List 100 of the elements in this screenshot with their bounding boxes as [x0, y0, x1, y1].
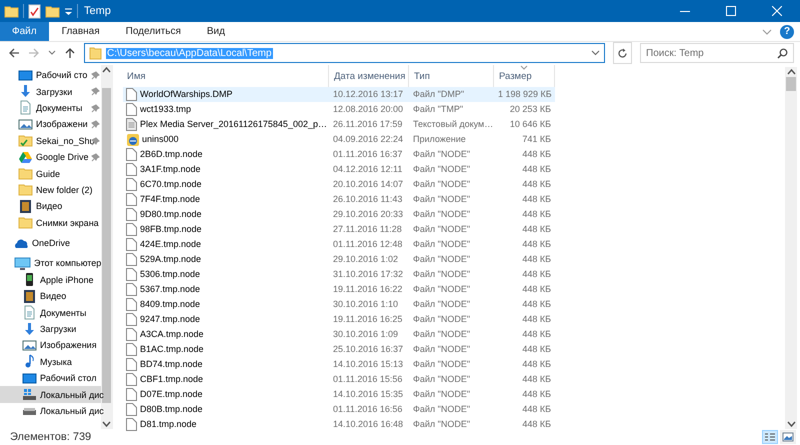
nav-item[interactable]: Загрузки — [0, 83, 101, 100]
table-cell-text: Файл "NODE" — [412, 343, 472, 356]
nav-item[interactable]: Sekai_no_Shu — [0, 132, 101, 149]
ribbon-tab[interactable]: Главная — [48, 22, 113, 41]
file-row[interactable]: 529A.tmp.node 29.10.2016 1:02 Файл "NODE" 448 КБ — [123, 252, 555, 267]
nav-item[interactable]: Этот компьютер — [0, 255, 101, 272]
scrollbar-thumb[interactable] — [102, 88, 111, 403]
file-name: 424E.tmp.node — [140, 238, 202, 251]
table-cell-text: Текстовый докум… — [412, 118, 494, 131]
address-path: C:\Users\becau\AppData\Local\Temp — [106, 48, 273, 58]
caret-down-icon[interactable] — [102, 419, 111, 429]
nav-item[interactable]: Загрузки — [0, 320, 101, 338]
details-view-button[interactable] — [762, 430, 778, 444]
file-menu-tab[interactable]: Файл — [0, 22, 49, 41]
file-row[interactable]: CBF1.tmp.node 01.11.2016 15:56 Файл "NODE" 448 КБ — [123, 372, 555, 387]
file-row[interactable]: 8409.tmp.node 30.10.2016 1:10 Файл "NODE" 448 КБ — [123, 297, 555, 312]
sort-caret-icon — [520, 65, 528, 70]
file-row[interactable]: 5367.tmp.node 19.11.2016 16:22 Файл "NODE" 448 КБ — [123, 282, 555, 297]
nav-item[interactable]: Рабочий стол — [0, 370, 101, 386]
nav-item[interactable]: Документы — [0, 304, 101, 321]
help-button[interactable]: ? — [780, 24, 794, 38]
nav-item[interactable]: Изображения — [0, 337, 101, 354]
file-name: unins000 — [142, 133, 179, 146]
drive-icon — [22, 387, 37, 402]
large-icons-view-icon — [782, 432, 794, 442]
file-icon — [126, 373, 137, 386]
file-row[interactable]: BD74.tmp.node 14.10.2016 15:13 Файл "NODE" 448 КБ — [123, 357, 555, 372]
file-name: Plex Media Server_20161126175845_002_p… — [140, 118, 327, 131]
caret-icon[interactable] — [48, 49, 56, 57]
table-cell-text: 04.09.2016 22:24 — [332, 133, 404, 146]
nav-item[interactable]: Документы — [0, 100, 101, 116]
file-icon — [126, 88, 137, 101]
file-row[interactable]: unins000 04.09.2016 22:24 Приложение 741 КБ — [123, 132, 555, 147]
nav-item[interactable]: Apple iPhone — [0, 272, 101, 288]
table-cell-text: 26.11.2016 17:59 — [332, 118, 404, 131]
nav-item[interactable]: Видео — [0, 288, 101, 304]
table-cell-text: Файл "NODE" — [412, 313, 472, 326]
nav-item[interactable]: Изображени — [0, 116, 101, 133]
scrollbar[interactable] — [785, 67, 797, 429]
folder-icon[interactable] — [4, 4, 19, 18]
file-row[interactable]: 6C70.tmp.node 20.10.2016 14:07 Файл "NODE" 448 КБ — [123, 177, 555, 192]
table-cell-text: 14.10.2016 15:35 — [332, 388, 404, 401]
properties-icon[interactable] — [28, 4, 41, 18]
table-cell-text: 10 646 КБ — [508, 118, 552, 131]
picture-icon — [18, 116, 33, 132]
file-row[interactable]: A3CA.tmp.node 30.10.2016 1:09 Файл "NODE" 448 КБ — [123, 327, 555, 342]
nav-item[interactable]: Локальный дис — [0, 402, 101, 420]
nav-item[interactable]: Рабочий сто — [0, 67, 101, 84]
file-name: D07E.tmp.node — [140, 388, 203, 401]
file-name: D80B.tmp.node — [140, 403, 203, 416]
folder-icon — [18, 166, 33, 182]
table-cell-text: 448 КБ — [521, 223, 552, 236]
chevron-down-icon[interactable] — [762, 26, 772, 36]
file-name: 9D80.tmp.node — [140, 208, 202, 221]
nav-item[interactable]: Видео — [0, 198, 101, 215]
caret-up-icon[interactable] — [102, 65, 111, 75]
file-row[interactable]: D80B.tmp.node 01.11.2016 16:56 Файл "NODE" 448 КБ — [123, 402, 555, 417]
caret-down-icon[interactable] — [786, 419, 796, 429]
file-row[interactable]: 424E.tmp.node 01.11.2016 12:48 Файл "NODE" 448 КБ — [123, 237, 555, 252]
file-row[interactable]: 9247.tmp.node 19.11.2016 16:25 Файл "NODE" 448 КБ — [123, 312, 555, 327]
folder-icon[interactable] — [45, 4, 60, 18]
table-cell-text: 448 КБ — [521, 283, 552, 296]
refresh-button[interactable] — [613, 42, 632, 64]
ribbon-tab[interactable]: Вид — [194, 22, 238, 41]
nav-item[interactable]: Локальный дис — [0, 386, 101, 403]
file-row[interactable]: 9D80.tmp.node 29.10.2016 20:33 Файл "NODE" 448 КБ — [123, 207, 555, 222]
nav-item[interactable]: Музыка — [0, 354, 101, 370]
file-row[interactable]: 5306.tmp.node 31.10.2016 17:32 Файл "NODE" 448 КБ — [123, 267, 555, 282]
file-row[interactable]: D81.tmp.node 14.10.2016 16:48 Файл "NODE" 448 КБ — [123, 417, 555, 432]
file-row[interactable]: WorldOfWarships.DMP 10.12.2016 13:17 Файл "DMP" 1 198 929 КБ — [123, 87, 555, 102]
nav-item[interactable]: OneDrive — [0, 234, 101, 252]
file-row[interactable]: Plex Media Server_20161126175845_002_p… 26.11.2016 17:59 Текстовый докум… 10 646 КБ — [123, 117, 555, 132]
file-row[interactable]: 98FB.tmp.node 27.11.2016 11:28 Файл "NODE" 448 КБ — [123, 222, 555, 237]
file-row[interactable]: B1AC.tmp.node 25.10.2016 16:37 Файл "NODE" 448 КБ — [123, 342, 555, 357]
file-row[interactable]: 7F4F.tmp.node 26.10.2016 11:43 Файл "NODE" 448 КБ — [123, 192, 555, 207]
file-name: 8409.tmp.node — [140, 298, 200, 311]
file-icon — [126, 298, 137, 311]
table-cell-text: 448 КБ — [521, 373, 552, 386]
file-row[interactable]: 3A1F.tmp.node 04.12.2016 12:11 Файл "NODE" 448 КБ — [123, 162, 555, 177]
nav-item[interactable]: Снимки экрана — [0, 214, 101, 231]
file-row[interactable]: D07E.tmp.node 14.10.2016 15:35 Файл "NODE" 448 КБ — [123, 387, 555, 402]
caret-up-icon[interactable] — [786, 67, 796, 77]
file-row[interactable]: wct1933.tmp 12.08.2016 20:00 Файл "TMP" 20 253 КБ — [123, 102, 555, 117]
scrollbar-thumb[interactable] — [786, 77, 796, 91]
monitor-screen-icon — [22, 370, 37, 386]
search-field[interactable]: Поиск: Temp — [640, 43, 794, 63]
up-arrow-icon[interactable] — [64, 47, 76, 59]
download-arrow-icon — [22, 322, 37, 337]
file-icon — [126, 223, 137, 236]
ribbon-tab[interactable]: Поделиться — [112, 22, 194, 41]
nav-item[interactable]: Google Drive — [0, 148, 101, 166]
table-cell-text: Файл "NODE" — [412, 283, 472, 296]
nav-item[interactable]: New folder (2) — [0, 182, 101, 198]
back-arrow-icon[interactable] — [8, 47, 20, 59]
drive-icon — [22, 408, 37, 414]
file-icon — [126, 178, 137, 191]
caret-icon[interactable] — [591, 49, 600, 57]
file-row[interactable]: 2B6D.tmp.node 01.11.2016 16:37 Файл "NODE" 448 КБ — [123, 147, 555, 162]
table-cell-text: Файл "NODE" — [412, 403, 472, 416]
nav-item[interactable]: Guide — [0, 165, 101, 182]
